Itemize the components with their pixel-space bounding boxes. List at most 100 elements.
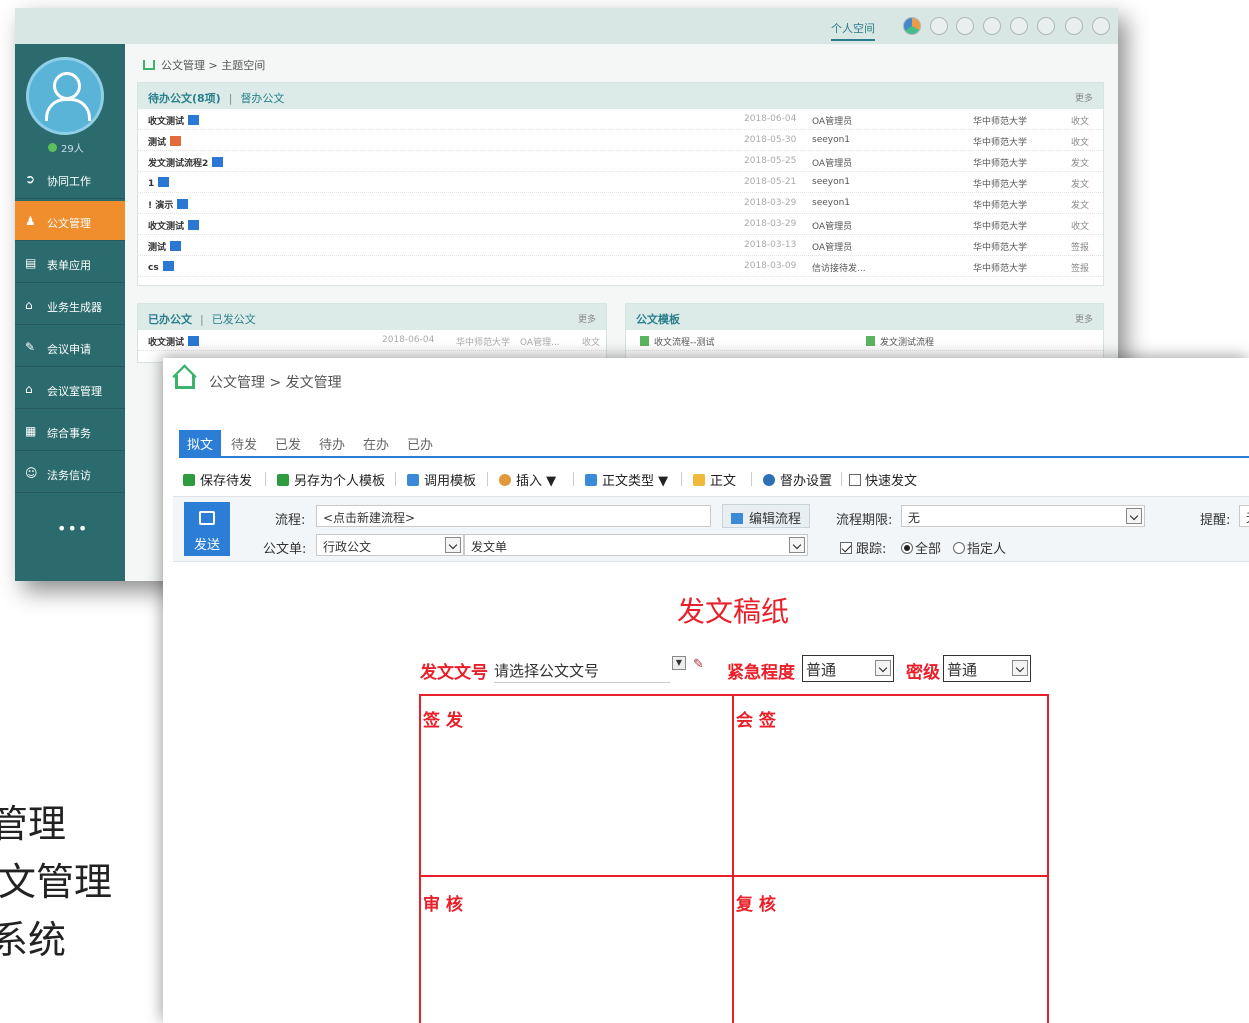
tab-draft[interactable]: 拟文 [179,430,222,456]
home-icon[interactable] [175,375,195,389]
template-panel: 公文模板 更多 收文流程--测试 发文测试流程 [625,303,1104,363]
sidebar-item-forms[interactable]: ▤ 表单应用 [15,243,125,283]
track-checkbox[interactable]: 跟踪: [840,538,886,557]
sidebar-item-builder[interactable]: ⌂ 业务生成器 [15,285,125,325]
sidebar-item-meeting[interactable]: ✎ 会议申请 [15,327,125,367]
template-item[interactable]: 发文测试流程 [866,335,934,348]
track-all-radio[interactable]: 全部 [901,538,941,557]
sidebar-item-collab[interactable]: ➲ 协同工作 [15,159,125,199]
doc-form-value-2: 发文单 [471,540,508,554]
row-date: 2018-06-04 [382,335,435,345]
sidebar-item-legal[interactable]: ☺ 法务信访 [15,453,125,493]
table-row[interactable]: 测试 2018-03-13 OA管理员 华中师范大学 签报 [138,235,1103,256]
doc-icon [188,336,200,346]
clock-icon[interactable] [930,17,948,35]
online-dot-icon [48,143,57,152]
quick-send-checkbox[interactable]: 快速发文 [849,470,917,489]
table-row[interactable]: 发文测试流程2 2018-05-25 OA管理员 华中师范大学 发文 [138,151,1103,172]
sidebar-item-room[interactable]: ⌂ 会议室管理 [15,369,125,409]
remind-select[interactable]: 无 [1239,505,1249,527]
doc-form-select-2[interactable]: 发文单 [464,534,808,556]
tab-to-send[interactable]: 待发 [223,430,265,456]
settings-icon[interactable] [1092,17,1110,35]
urgency-select[interactable]: 普通 [802,655,894,682]
secret-select[interactable]: 普通 [943,655,1031,682]
doc-form-label: 公文单: [263,542,307,557]
breadcrumb: 公文管理 > 发文管理 [175,372,342,392]
doc-icon: ▦ [25,424,37,438]
tab-pending[interactable]: 待办公文(8项) [148,92,221,105]
more-link[interactable]: 更多 [1075,91,1093,104]
tab-sent[interactable]: 已发 [267,430,309,456]
chevron-down-icon [789,537,805,553]
body-button[interactable]: 正文 [693,470,736,489]
cell-countersign[interactable]: 会 签 [736,706,776,731]
refresh-icon[interactable] [1010,17,1028,35]
sidebar-item-affairs[interactable]: ▦ 综合事务 [15,411,125,451]
tab-sent[interactable]: 已发公文 [212,313,256,326]
breadcrumb-text: 公文管理 > 发文管理 [209,375,342,391]
row-org: 华中师范大学 [973,222,1028,232]
table-row[interactable]: cs 2018-03-09 信访接待发... 华中师范大学 签报 [138,256,1103,277]
tab-done[interactable]: 已办 [399,430,441,456]
send-button[interactable]: 发送 [184,502,230,556]
track-person-radio[interactable]: 指定人 [953,538,1006,557]
row-kind: 发文 [1071,159,1090,169]
tab-todo[interactable]: 待办 [311,430,353,456]
row-kind: 收文 [1071,138,1090,148]
button-label: 督办设置 [780,474,833,489]
more-link[interactable]: 更多 [1075,312,1093,325]
row-title: 收文测试 [148,117,185,127]
row-user: OA管理... [520,338,560,348]
chat-icon[interactable] [1037,17,1055,35]
insert-button[interactable]: 插入 ▼ [499,470,556,489]
tab-supervised[interactable]: 督办公文 [240,92,284,105]
sidebar-item-docs[interactable]: ♟ 公文管理 [15,201,125,241]
breadcrumb-text: 公文管理 > 主题空间 [161,59,266,72]
forward-icon[interactable] [983,17,1001,35]
doc-icon [212,157,224,167]
edit-flow-button[interactable]: 编辑流程 [722,504,811,528]
supervise-settings-button[interactable]: 督办设置 [763,470,832,489]
doc-form-select[interactable]: 行政公文 [316,534,464,556]
doc-icon [177,199,189,209]
home-icon[interactable] [143,60,155,70]
number-pick-icon[interactable]: ✎ [693,657,704,672]
more-link[interactable]: 更多 [578,312,596,325]
tab-done[interactable]: 已办公文 [148,313,192,326]
color-icon[interactable] [903,17,921,35]
cell-review[interactable]: 审 核 [423,890,463,915]
front-window: 公文管理 > 发文管理 拟文 待发 已发 待办 在办 已办 保存待发 另存为个人… [163,358,1249,1023]
cell-sign-issue[interactable]: 签 发 [423,706,463,731]
table-row[interactable]: ! 演示 2018-03-29 seeyon1 华中师范大学 发文 [138,193,1103,214]
use-template-button[interactable]: 调用模板 [407,470,476,489]
deadline-select[interactable]: 无 [901,505,1145,527]
doc-icon [188,220,200,230]
template-item[interactable]: 收文流程--测试 [640,335,715,348]
flow-value: <点击新建流程> [323,511,416,525]
checkbox-icon [840,542,852,554]
table-row[interactable]: 收文测试 2018-06-04 OA管理员 华中师范大学 收文 [138,109,1103,130]
more-button[interactable]: ••• [57,519,88,538]
body-type-button[interactable]: 正文类型 ▼ [585,470,668,489]
cell-recheck[interactable]: 复 核 [736,890,776,915]
table-row[interactable]: 收文测试 2018-03-29 OA管理员 华中师范大学 收文 [138,214,1103,235]
document-title: 发文稿纸 [676,595,789,628]
dropdown-icon[interactable]: ▼ [672,656,686,670]
button-label: 正文类型 ▼ [602,474,669,489]
table-row[interactable]: 1 2018-05-21 seeyon1 华中师范大学 发文 [138,172,1103,193]
tab-in-progress[interactable]: 在办 [355,430,397,456]
secret-label: 密级 [906,663,940,683]
row-user: OA管理员 [812,222,853,232]
personal-space-tab[interactable]: 个人空间 [831,20,875,41]
row-title: cs [148,263,159,273]
doc-number-input[interactable]: 请选择公文文号 [494,657,670,683]
back-icon[interactable] [956,17,974,35]
avatar[interactable] [26,57,104,135]
table-row[interactable]: 测试 2018-05-30 seeyon1 华中师范大学 收文 [138,130,1103,151]
save-as-template-button[interactable]: 另存为个人模板 [277,470,385,489]
font-size-icon[interactable] [1065,17,1083,35]
table-row[interactable]: 收文测试 2018-06-04 华中师范大学 OA管理... 收文 [138,330,606,351]
flow-input[interactable]: <点击新建流程> [316,505,711,527]
save-draft-button[interactable]: 保存待发 [183,470,252,489]
